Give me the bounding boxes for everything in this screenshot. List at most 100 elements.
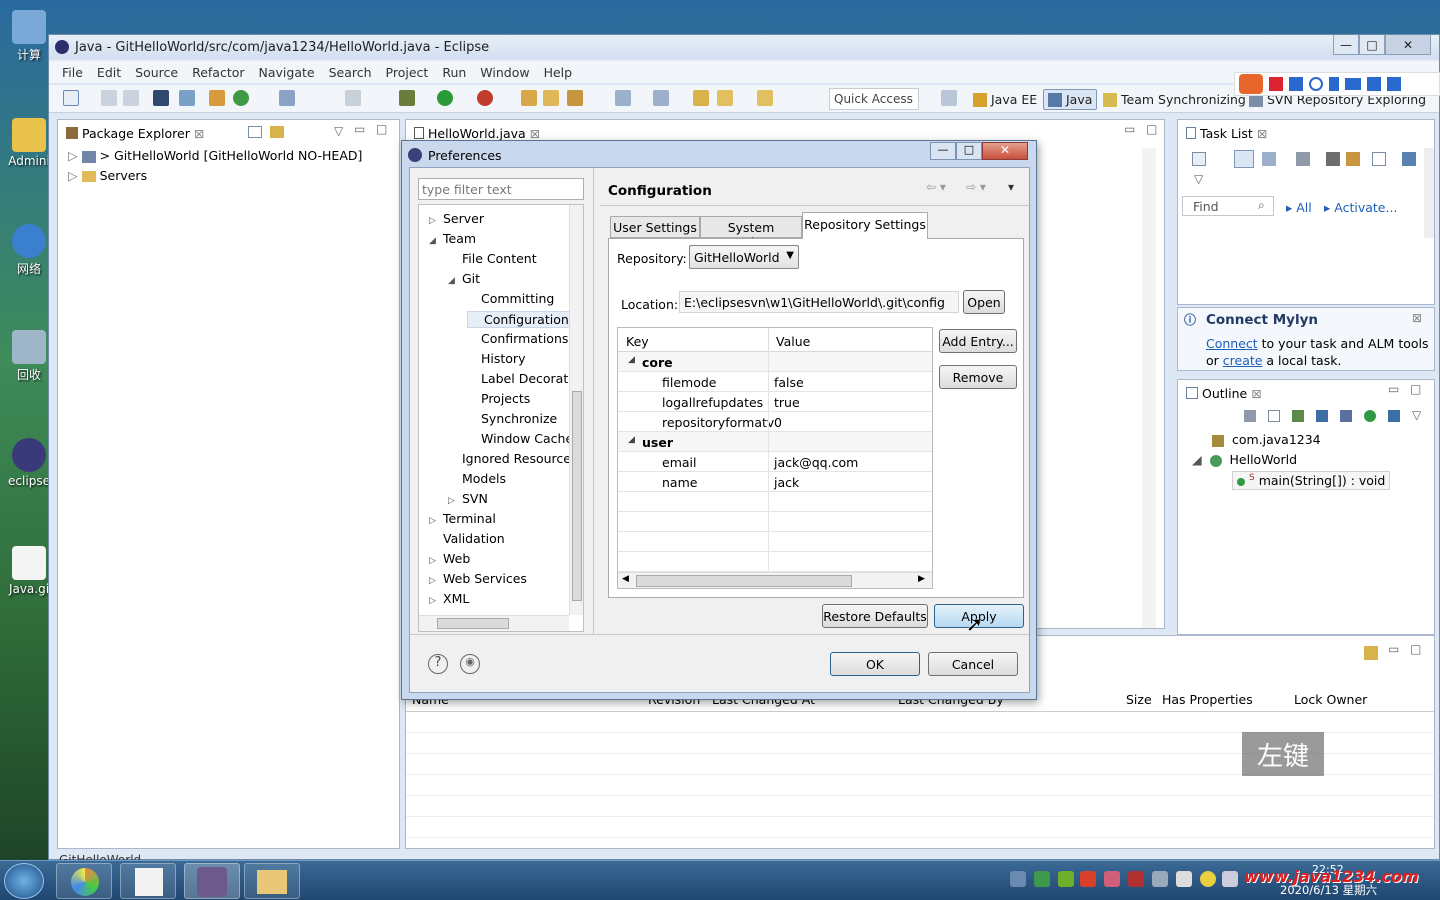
tree-hscrollbar[interactable] [419,615,569,631]
menu-project[interactable]: Project [379,65,436,80]
desktop-icon-recycle[interactable]: 回收 [4,330,54,383]
sync-icon[interactable] [1364,646,1378,660]
back-icon[interactable] [717,90,733,106]
pen-icon[interactable] [567,90,583,106]
forward-nav-icon[interactable]: ⇨ ▾ [966,180,986,194]
ime-punct-icon[interactable] [1289,77,1303,91]
task-list-tab[interactable]: Task List ⊠ [1180,122,1274,144]
tree-vscrollbar[interactable] [569,205,583,615]
import-export-icon[interactable]: ◉ [460,654,480,674]
col-size[interactable]: Size [1126,692,1152,707]
tab-repository-settings[interactable]: Repository Settings [802,212,928,239]
ime-emoji-icon[interactable] [1309,77,1323,91]
tray-nvidia-icon[interactable] [1058,871,1074,887]
presentation-icon[interactable] [1402,152,1416,166]
ok-button[interactable]: OK [830,652,920,676]
perspective-java-ee[interactable]: Java EE [969,89,1041,110]
build-icon[interactable] [209,90,225,106]
tray-display-icon[interactable] [1152,871,1168,887]
pref-tree-item[interactable]: ▷ Server [429,211,484,226]
pref-tree-item[interactable]: Validation [429,531,505,546]
menu-file[interactable]: File [55,65,90,80]
ime-voice-icon[interactable] [1329,77,1339,91]
minimize-button[interactable]: — [1333,35,1359,55]
restore-defaults-button[interactable]: Restore Defaults [822,604,928,628]
perspective-team-sync[interactable]: Team Synchronizing [1099,89,1250,110]
all-link[interactable]: ▸ All [1286,200,1312,215]
save-icon[interactable] [101,90,117,106]
run-external-icon[interactable] [477,90,493,106]
activate-link[interactable]: ▸ Activate... [1324,200,1397,215]
tab-system-settings[interactable]: System Settings [700,216,802,250]
taskbar-app-explorer[interactable] [244,863,300,899]
terminal-icon[interactable] [153,90,169,106]
col-lock-owner[interactable]: Lock Owner [1294,692,1367,707]
table-hscrollbar[interactable]: ◀ ▶ [618,572,932,588]
expand-arrow-icon[interactable]: ▷ [429,556,443,566]
toggle-mark-icon[interactable] [345,90,361,106]
config-entry-row[interactable]: filemode false [618,372,932,392]
connect-link[interactable]: Connect [1206,336,1258,351]
maximize-view-icon[interactable]: □ [1410,642,1421,656]
close-icon[interactable]: ⊠ [1251,386,1261,401]
collapse-icon[interactable] [1372,152,1386,166]
config-section-row[interactable]: ◢ user [618,432,932,452]
pref-tree-item[interactable]: Label Decoratio [467,371,579,386]
sync-icon[interactable] [1296,152,1310,166]
run-icon[interactable] [437,90,453,106]
editor-scrollbar[interactable] [1142,148,1156,628]
desktop-icon-admin[interactable]: Admini [4,118,54,168]
scheduled-icon[interactable] [1262,152,1276,166]
pref-tree-item[interactable]: Ignored Resource [448,451,571,466]
desktop-icon-eclipse[interactable]: eclipse [4,438,54,488]
hide-static-icon[interactable] [1340,410,1352,422]
minimize-view-icon[interactable]: ▭ [1388,642,1399,656]
pref-tree-item[interactable]: Models [448,471,506,486]
next-annotation-icon[interactable] [615,90,631,106]
tray-app-icon[interactable] [1128,871,1144,887]
config-entry-row[interactable]: name jack [618,472,932,492]
refresh-icon[interactable] [233,90,249,106]
maximize-button[interactable]: □ [1359,35,1385,55]
task-list-scrollbar[interactable] [1424,148,1434,238]
link-editor-icon[interactable] [270,126,284,138]
collapse-arrow-icon[interactable]: ◢ [628,435,635,445]
config-section-row[interactable]: ◢ core [618,352,932,372]
open-perspective-icon[interactable] [941,90,957,106]
tray-volume-icon[interactable] [1222,871,1238,887]
cancel-button[interactable]: Cancel [928,652,1018,676]
filter-input[interactable]: type filter text [418,178,584,200]
config-entry-row[interactable]: logallrefupdates true [618,392,932,412]
taskbar-app-terminal[interactable] [120,863,176,899]
open-type-icon[interactable] [521,90,537,106]
quick-access-input[interactable]: Quick Access [829,88,919,110]
col-value[interactable]: Value [776,334,810,349]
start-button[interactable] [4,863,44,899]
taskbar-app-eclipse[interactable] [184,863,240,899]
forward-icon[interactable] [757,90,773,106]
minimize-view-icon[interactable]: ▭ [1388,382,1399,396]
focus-icon[interactable] [1346,152,1360,166]
new-icon[interactable] [63,90,79,106]
sogou-icon[interactable] [1239,74,1263,94]
hide-nonpublic-icon[interactable] [1364,410,1376,422]
pref-tree-item[interactable]: Committing [467,291,554,306]
search-icon[interactable]: ⌕ [1258,198,1265,213]
collapse-all-icon[interactable] [1268,410,1280,422]
pref-tree-item[interactable]: Configuration [467,311,572,328]
view-menu-icon[interactable]: ▽ [1194,172,1203,186]
col-has-properties[interactable]: Has Properties [1162,692,1253,707]
help-icon[interactable]: ? [428,654,448,674]
pref-tree-item[interactable]: ▷ Web [429,551,470,566]
pref-tree-item[interactable]: Synchronize [467,411,557,426]
pref-tree-item[interactable]: Confirmations a [467,331,580,346]
hide-completed-icon[interactable] [1326,152,1340,166]
outline-method[interactable]: S main(String[]) : void [1232,471,1391,491]
save-all-icon[interactable] [123,90,139,106]
desktop-icon-java-file[interactable]: Java.gi [4,546,54,596]
expand-arrow-icon[interactable]: ◢ [429,236,443,246]
desktop-icon-network[interactable]: 网络 [4,224,54,277]
menu-search[interactable]: Search [322,65,379,80]
pref-tree-item[interactable]: ▷ SVN [448,491,488,506]
tray-sogou-icon[interactable] [1080,871,1096,887]
